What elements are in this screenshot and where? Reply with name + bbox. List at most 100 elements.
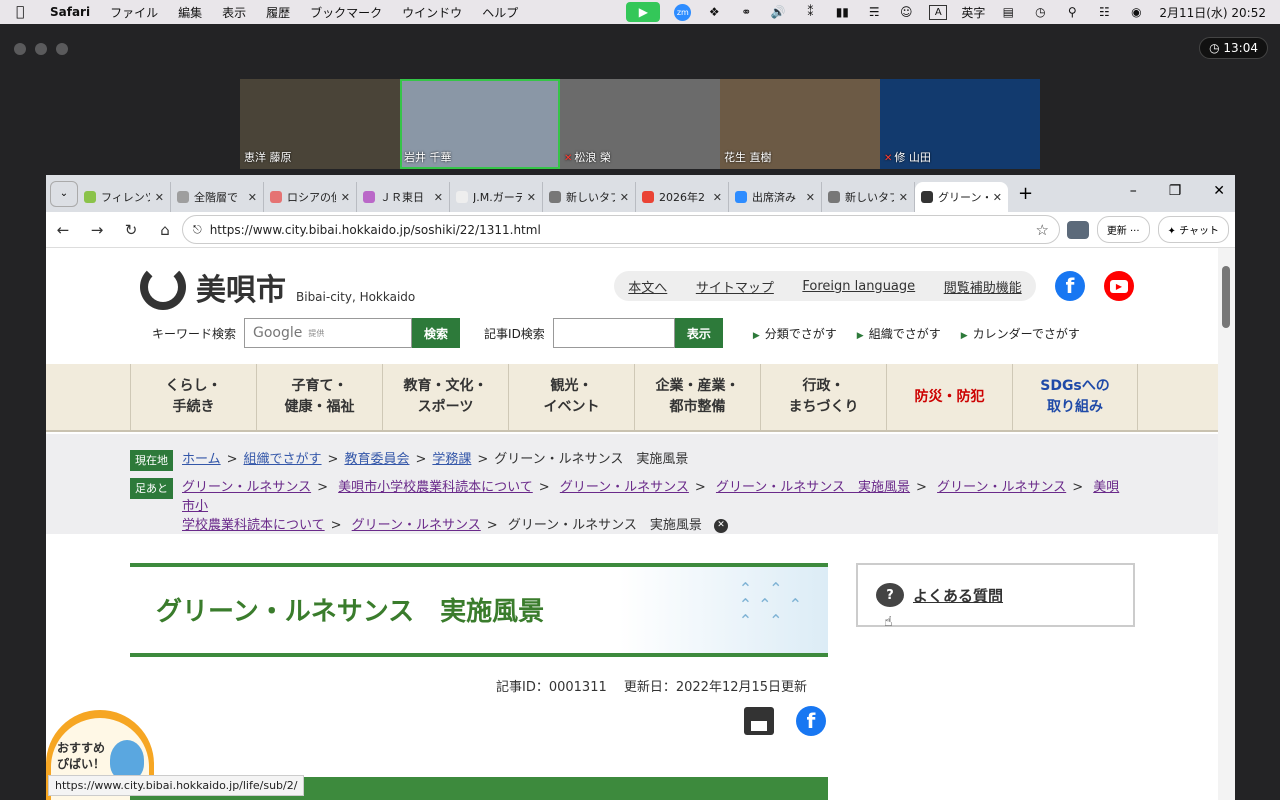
tab-close-icon[interactable]: ✕ xyxy=(620,191,629,204)
faq-link[interactable]: よくある質問 xyxy=(913,585,1003,606)
gnav-item[interactable]: くらし・ 手続き xyxy=(130,364,256,430)
minimize-dot[interactable] xyxy=(35,43,47,55)
profile-avatar[interactable] xyxy=(1066,220,1089,239)
id-search-input[interactable] xyxy=(552,318,675,348)
history-link[interactable]: グリーン・ルネサンス 実施風景 xyxy=(716,480,910,495)
volume-icon[interactable]: 🔊 xyxy=(769,4,787,20)
menubar-clock[interactable]: 2月11日(水) 20:52 xyxy=(1159,4,1266,21)
url-text[interactable]: https://www.city.bibai.hokkaido.jp/soshi… xyxy=(210,223,541,237)
tab-close-icon[interactable]: ✕ xyxy=(248,191,257,204)
clear-history-icon[interactable]: ✕ xyxy=(714,518,729,533)
tab-close-icon[interactable]: ✕ xyxy=(899,191,908,204)
input-mode[interactable]: 英字 xyxy=(961,4,985,21)
participant-video[interactable]: 花生 直樹 xyxy=(720,79,880,169)
link-category[interactable]: 分類でさがす xyxy=(753,325,837,342)
restore-icon[interactable]: ❐ xyxy=(1169,183,1182,199)
control-center-icon[interactable]: ☷ xyxy=(1095,4,1113,20)
link-organization[interactable]: 組織でさがす xyxy=(857,325,941,342)
scrollbar-thumb[interactable] xyxy=(1222,266,1230,328)
gnav-item[interactable]: SDGsへの 取り組み xyxy=(1012,364,1138,430)
reload-icon[interactable]: ↻ xyxy=(114,221,148,239)
browser-tab[interactable]: 新しいタブ ✕ xyxy=(822,182,915,212)
menu-help[interactable]: ヘルプ xyxy=(482,4,518,21)
search-button[interactable]: 検索 xyxy=(412,318,461,348)
close-dot[interactable] xyxy=(14,43,26,55)
gnav-item[interactable]: 行政・ まちづくり xyxy=(760,364,886,430)
wifi-icon[interactable]: ☴ xyxy=(865,4,883,20)
browser-tab[interactable]: 新しいタブ ✕ xyxy=(543,182,636,212)
browser-tab[interactable]: 出席済み ✕ xyxy=(729,182,822,212)
close-icon[interactable]: ✕ xyxy=(1213,183,1225,199)
tab-close-icon[interactable]: ✕ xyxy=(155,191,164,204)
tab-close-icon[interactable]: ✕ xyxy=(527,191,536,204)
forward-icon[interactable]: → xyxy=(80,221,114,239)
gnav-item[interactable]: 教育・文化・ スポーツ xyxy=(382,364,508,430)
gnav-item[interactable]: 企業・産業・ 都市整備 xyxy=(634,364,760,430)
menu-app[interactable]: Safari xyxy=(50,5,90,19)
tab-close-icon[interactable]: ✕ xyxy=(713,191,722,204)
browser-tab[interactable]: ＪＲ東日 ✕ xyxy=(357,182,450,212)
gnav-item[interactable]: 防災・防犯 xyxy=(886,364,1012,430)
home-icon[interactable]: ⌂ xyxy=(148,221,182,239)
time-machine-icon[interactable]: ◷ xyxy=(1031,4,1049,20)
keyboard-icon[interactable]: ▤ xyxy=(999,4,1017,20)
dropbox-icon[interactable]: ❖ xyxy=(705,4,723,20)
history-link[interactable]: グリーン・ルネサンス xyxy=(937,480,1066,495)
menu-edit[interactable]: 編集 xyxy=(178,4,202,21)
browser-tab[interactable]: 全階層で ✕ xyxy=(171,182,264,212)
browser-tab[interactable]: フィレンツェ ✕ xyxy=(78,182,171,212)
update-button[interactable]: 更新 ··· xyxy=(1096,216,1150,243)
minimize-icon[interactable]: – xyxy=(1130,183,1137,199)
link-accessibility[interactable]: 閲覧補助機能 xyxy=(944,277,1022,296)
history-link[interactable]: グリーン・ルネサンス xyxy=(560,480,689,495)
sync-icon[interactable]: ⚭ xyxy=(737,4,755,20)
faq-box[interactable]: ? よくある質問 xyxy=(856,563,1135,627)
tab-close-icon[interactable]: ✕ xyxy=(434,191,443,204)
facebook-icon[interactable]: f xyxy=(1055,271,1085,301)
participant-video[interactable]: 岩井 千華 xyxy=(400,79,560,169)
tab-close-icon[interactable]: ✕ xyxy=(806,191,815,204)
browser-tab[interactable]: ロシアの偵 ✕ xyxy=(264,182,357,212)
battery-icon[interactable]: ▮▮ xyxy=(833,4,851,20)
spotlight-icon[interactable]: ⚲ xyxy=(1063,4,1081,20)
browser-tab[interactable]: グリーン・ル ✕ xyxy=(915,182,1008,212)
window-traffic-lights[interactable] xyxy=(14,43,68,55)
tab-list-button[interactable]: ⌄ xyxy=(50,180,78,207)
facebook-share-icon[interactable]: f xyxy=(796,706,826,736)
print-icon[interactable] xyxy=(744,707,774,735)
address-bar[interactable]: ⎋ https://www.city.bibai.hokkaido.jp/sos… xyxy=(182,215,1060,244)
new-tab-button[interactable]: + xyxy=(1018,183,1033,204)
participant-video[interactable]: 恵洋 藤原 xyxy=(240,79,400,169)
zoom-icon[interactable]: zm xyxy=(674,3,692,21)
scrollbar[interactable] xyxy=(1218,248,1235,800)
gnav-item[interactable]: 子育て・ 健康・福祉 xyxy=(256,364,382,430)
link-foreign-language[interactable]: Foreign language xyxy=(802,279,915,294)
keyword-search-input[interactable]: Google 提供 xyxy=(244,318,413,348)
menu-view[interactable]: 表示 xyxy=(222,4,246,21)
user-icon[interactable]: ☺ xyxy=(897,4,915,20)
facetime-icon[interactable]: ▶ xyxy=(626,2,661,22)
favorite-star-icon[interactable]: ☆ xyxy=(1036,221,1049,239)
menu-window[interactable]: ウインドウ xyxy=(402,4,462,21)
link-calendar[interactable]: カレンダーでさがす xyxy=(961,325,1080,342)
site-logo[interactable]: 美唄市 Bibai-city, Hokkaido xyxy=(140,264,415,310)
tab-close-icon[interactable]: ✕ xyxy=(341,191,350,204)
history-link[interactable]: 学校農業科読本について xyxy=(182,518,325,533)
meeting-timer[interactable]: ◷ 13:04 xyxy=(1199,37,1268,59)
crumb-organization[interactable]: 組織でさがす xyxy=(244,450,322,469)
browser-tab[interactable]: J.M.ガーデ ✕ xyxy=(450,182,543,212)
menu-history[interactable]: 履歴 xyxy=(266,4,290,21)
menu-file[interactable]: ファイル xyxy=(110,4,158,21)
crumb-home[interactable]: ホーム xyxy=(182,450,221,469)
siri-icon[interactable]: ◉ xyxy=(1127,4,1145,20)
history-link[interactable]: 美唄市小学校農業科読本について xyxy=(338,480,533,495)
crumb-education-board[interactable]: 教育委員会 xyxy=(344,450,409,469)
youtube-icon[interactable]: ▶ xyxy=(1104,271,1134,301)
browser-tab[interactable]: 2026年2 ✕ xyxy=(636,182,729,212)
id-display-button[interactable]: 表示 xyxy=(674,318,723,348)
participant-video[interactable]: 修 山田 xyxy=(880,79,1040,169)
participant-video[interactable]: 松浪 榮 xyxy=(560,79,720,169)
back-icon[interactable]: ← xyxy=(46,221,80,239)
history-link[interactable]: グリーン・ルネサンス xyxy=(352,518,481,533)
copilot-chat-button[interactable]: ✦ チャット xyxy=(1157,216,1229,243)
